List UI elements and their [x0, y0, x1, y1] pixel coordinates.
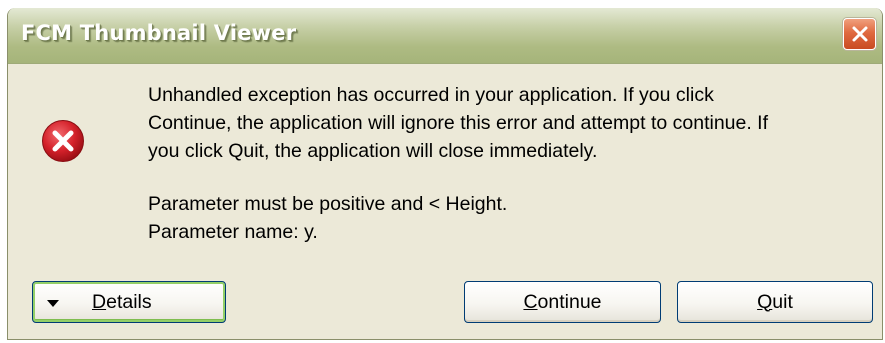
dialog-window: FCM Thumbnail Viewer Unhandled exception… [7, 8, 883, 340]
title-bar[interactable]: FCM Thumbnail Viewer [8, 8, 882, 64]
message-line: Continue, the application will ignore th… [148, 112, 769, 134]
continue-button[interactable]: Continue [464, 281, 661, 323]
details-button[interactable]: Details [32, 281, 226, 323]
message-line: you click Quit, the application will clo… [148, 140, 598, 162]
detail-line: Parameter name: y. [148, 221, 318, 243]
quit-button-label: Quit [757, 290, 793, 313]
quit-button[interactable]: Quit [677, 281, 873, 323]
detail-line: Parameter must be positive and < Height. [148, 193, 508, 215]
close-button[interactable] [843, 18, 876, 50]
continue-button-label: Continue [523, 290, 602, 313]
error-message: Unhandled exception has occurred in your… [148, 81, 848, 246]
close-icon [852, 26, 867, 42]
error-icon [41, 119, 85, 167]
details-button-label: Details [92, 290, 152, 313]
message-line: Unhandled exception has occurred in your… [148, 84, 714, 106]
window-title: FCM Thumbnail Viewer [21, 21, 297, 45]
dialog-body: Unhandled exception has occurred in your… [8, 64, 882, 339]
triangle-down-icon [47, 291, 59, 314]
